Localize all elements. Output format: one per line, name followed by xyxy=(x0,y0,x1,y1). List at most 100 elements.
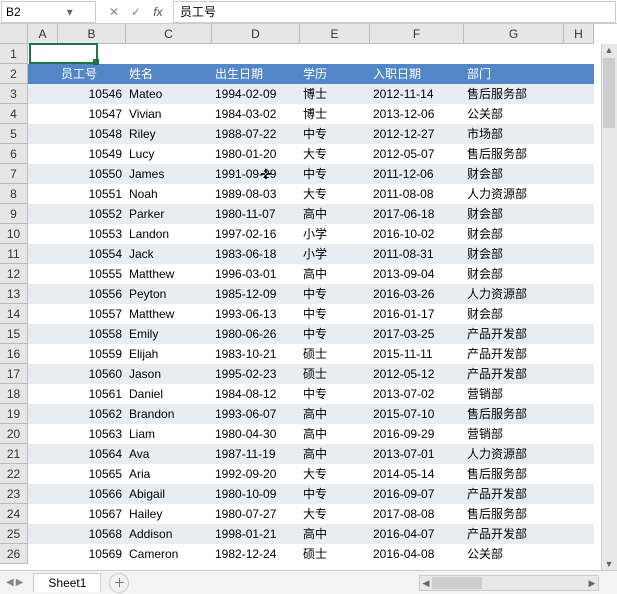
table-cell[interactable]: 1980-10-09 xyxy=(212,484,300,504)
table-cell[interactable]: 10552 xyxy=(58,204,126,224)
table-cell[interactable]: 1988-07-22 xyxy=(212,124,300,144)
table-cell[interactable]: 小学 xyxy=(300,224,370,244)
table-cell[interactable]: Elijah xyxy=(126,344,212,364)
table-cell[interactable]: 人力资源部 xyxy=(464,284,564,304)
row-header-16[interactable]: 16 xyxy=(0,344,28,364)
table-cell[interactable]: 人力资源部 xyxy=(464,444,564,464)
row-header-3[interactable]: 3 xyxy=(0,84,28,104)
table-cell[interactable]: 财会部 xyxy=(464,264,564,284)
row-header-15[interactable]: 15 xyxy=(0,324,28,344)
table-cell[interactable]: 10563 xyxy=(58,424,126,444)
table-cell[interactable]: 产品开发部 xyxy=(464,364,564,384)
table-header[interactable]: 部门 xyxy=(464,64,564,84)
table-cell[interactable]: 1994-02-09 xyxy=(212,84,300,104)
table-cell[interactable]: 10565 xyxy=(58,464,126,484)
table-cell[interactable]: 2013-07-02 xyxy=(370,384,464,404)
table-cell[interactable]: 10559 xyxy=(58,344,126,364)
cancel-button[interactable]: ✕ xyxy=(103,2,125,22)
row-header-9[interactable]: 9 xyxy=(0,204,28,224)
table-cell[interactable]: 大专 xyxy=(300,184,370,204)
table-cell[interactable]: 2014-05-14 xyxy=(370,464,464,484)
scroll-left-arrow-icon[interactable]: ◀ xyxy=(420,576,432,590)
table-cell[interactable]: 10566 xyxy=(58,484,126,504)
table-cell[interactable]: 产品开发部 xyxy=(464,484,564,504)
add-sheet-button[interactable]: ＋ xyxy=(109,573,129,593)
table-cell[interactable]: 2017-08-08 xyxy=(370,504,464,524)
table-cell[interactable]: 2015-07-10 xyxy=(370,404,464,424)
table-cell[interactable]: 10555 xyxy=(58,264,126,284)
row-header-12[interactable]: 12 xyxy=(0,264,28,284)
table-cell[interactable]: Abigail xyxy=(126,484,212,504)
table-cell[interactable]: Mateo xyxy=(126,84,212,104)
table-cell[interactable]: Cameron xyxy=(126,544,212,564)
table-cell[interactable]: 硕士 xyxy=(300,544,370,564)
tab-nav-next-icon[interactable]: ▶ xyxy=(16,577,24,588)
scroll-up-arrow-icon[interactable]: ▲ xyxy=(602,44,616,56)
table-cell[interactable]: 高中 xyxy=(300,524,370,544)
scroll-down-arrow-icon[interactable]: ▼ xyxy=(602,558,616,570)
table-cell[interactable]: 高中 xyxy=(300,404,370,424)
table-cell[interactable]: 2011-08-08 xyxy=(370,184,464,204)
horizontal-scrollbar[interactable]: ◀ ▶ xyxy=(419,575,599,591)
table-cell[interactable]: Jack xyxy=(126,244,212,264)
row-header-24[interactable]: 24 xyxy=(0,504,28,524)
table-cell[interactable]: 2013-09-04 xyxy=(370,264,464,284)
table-cell[interactable]: Lucy xyxy=(126,144,212,164)
table-cell[interactable]: 中专 xyxy=(300,384,370,404)
row-header-5[interactable]: 5 xyxy=(0,124,28,144)
table-cell[interactable]: 1985-12-09 xyxy=(212,284,300,304)
table-cell[interactable]: 硕士 xyxy=(300,364,370,384)
table-cell[interactable]: 1984-03-02 xyxy=(212,104,300,124)
table-cell[interactable]: 2015-11-11 xyxy=(370,344,464,364)
table-cell[interactable]: 2017-03-25 xyxy=(370,324,464,344)
table-cell[interactable]: 财会部 xyxy=(464,244,564,264)
row-header-14[interactable]: 14 xyxy=(0,304,28,324)
col-header-F[interactable]: F xyxy=(370,24,464,44)
table-cell[interactable]: 售后服务部 xyxy=(464,84,564,104)
table-cell[interactable]: Noah xyxy=(126,184,212,204)
sheet-tab-active[interactable]: Sheet1 xyxy=(33,573,101,592)
table-cell[interactable]: 10549 xyxy=(58,144,126,164)
table-cell[interactable]: Matthew xyxy=(126,264,212,284)
formula-input[interactable]: 员工号 xyxy=(173,1,616,23)
table-cell[interactable]: 中专 xyxy=(300,164,370,184)
table-cell[interactable]: 1980-11-07 xyxy=(212,204,300,224)
table-cell[interactable]: 10564 xyxy=(58,444,126,464)
table-cell[interactable]: 售后服务部 xyxy=(464,144,564,164)
table-cell[interactable]: 10568 xyxy=(58,524,126,544)
row-header-22[interactable]: 22 xyxy=(0,464,28,484)
table-cell[interactable]: 10553 xyxy=(58,224,126,244)
table-cell[interactable]: 10554 xyxy=(58,244,126,264)
table-cell[interactable]: 1982-12-24 xyxy=(212,544,300,564)
table-cell[interactable]: 博士 xyxy=(300,104,370,124)
table-cell[interactable]: Peyton xyxy=(126,284,212,304)
table-cell[interactable]: 1989-08-03 xyxy=(212,184,300,204)
table-cell[interactable]: 中专 xyxy=(300,124,370,144)
table-cell[interactable]: Emily xyxy=(126,324,212,344)
table-cell[interactable]: 硕士 xyxy=(300,344,370,364)
table-cell[interactable]: 2016-09-07 xyxy=(370,484,464,504)
table-cell[interactable]: 10556 xyxy=(58,284,126,304)
fx-button[interactable]: fx xyxy=(147,2,169,22)
table-cell[interactable]: 营销部 xyxy=(464,424,564,444)
table-cell[interactable]: 10548 xyxy=(58,124,126,144)
table-header[interactable]: 员工号 xyxy=(58,64,126,84)
table-cell[interactable]: 10547 xyxy=(58,104,126,124)
col-header-D[interactable]: D xyxy=(212,24,300,44)
table-cell[interactable]: 高中 xyxy=(300,424,370,444)
scroll-right-arrow-icon[interactable]: ▶ xyxy=(586,576,598,590)
row-header-4[interactable]: 4 xyxy=(0,104,28,124)
table-cell[interactable]: 公关部 xyxy=(464,104,564,124)
table-cell[interactable]: 2016-04-07 xyxy=(370,524,464,544)
table-cell[interactable]: 1995-02-23 xyxy=(212,364,300,384)
table-cell[interactable]: 2011-12-06 xyxy=(370,164,464,184)
table-cell[interactable]: 2011-08-31 xyxy=(370,244,464,264)
table-cell[interactable]: 10550 xyxy=(58,164,126,184)
table-cell[interactable]: 2012-12-27 xyxy=(370,124,464,144)
table-cell[interactable]: 2012-05-12 xyxy=(370,364,464,384)
table-cell[interactable]: 10569 xyxy=(58,544,126,564)
row-header-23[interactable]: 23 xyxy=(0,484,28,504)
hscroll-thumb[interactable] xyxy=(432,577,482,589)
table-cell[interactable]: 1984-08-12 xyxy=(212,384,300,404)
row-header-1[interactable]: 1 xyxy=(0,44,28,64)
